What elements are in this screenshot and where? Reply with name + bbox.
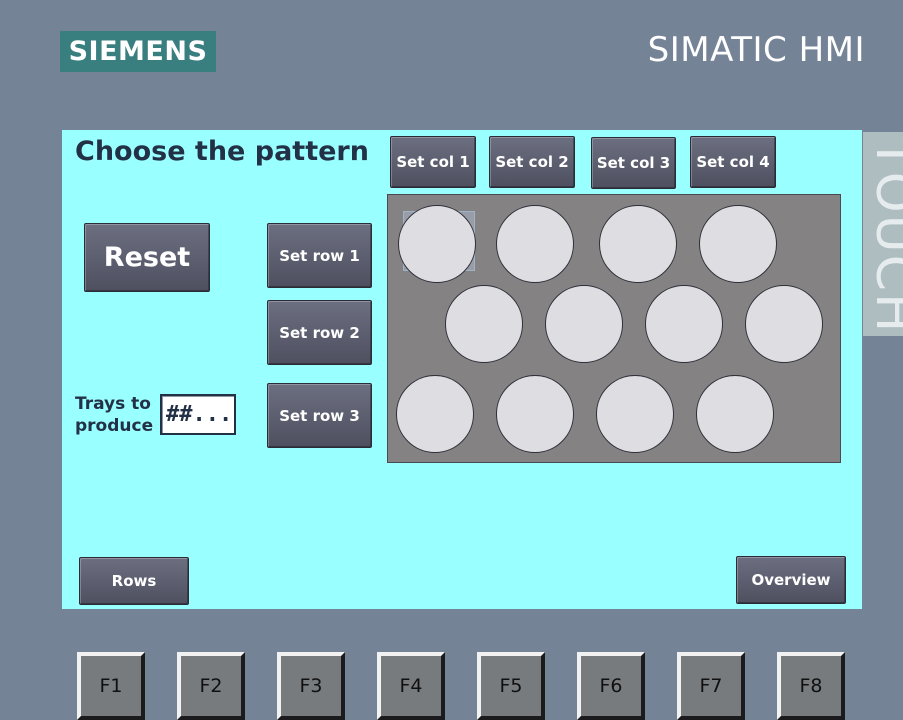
trays-label-line1: Trays to [75,394,151,414]
tray-well[interactable] [599,205,677,283]
function-key-f5[interactable]: F5 [477,652,545,720]
function-key-f8[interactable]: F8 [777,652,845,720]
set-col-1-button[interactable]: Set col 1 [390,136,476,188]
touch-label: TOUCH [864,138,903,335]
tray-well[interactable] [396,375,474,453]
trays-to-produce-label: Trays to produce [75,393,153,437]
set-col-2-button[interactable]: Set col 2 [489,136,575,188]
tray-well[interactable] [645,285,723,363]
tray-well[interactable] [445,285,523,363]
tray-well[interactable] [398,205,476,283]
tray-well[interactable] [745,285,823,363]
set-col-3-button[interactable]: Set col 3 [591,137,676,189]
function-key-f7[interactable]: F7 [677,652,745,720]
tray-well[interactable] [696,375,774,453]
touch-side-strip: TOUCH [863,132,903,336]
set-row-3-button[interactable]: Set row 3 [267,383,372,448]
tray-well[interactable] [596,375,674,453]
overview-button[interactable]: Overview [736,556,846,604]
function-key-f4[interactable]: F4 [377,652,445,720]
trays-to-produce-input[interactable]: ##... [160,394,236,435]
tray-well[interactable] [699,205,777,283]
set-col-4-button[interactable]: Set col 4 [690,136,776,188]
page-title: Choose the pattern [75,136,369,167]
trays-label-line2: produce [75,416,154,436]
function-key-f2[interactable]: F2 [177,652,245,720]
reset-button[interactable]: Reset [84,223,210,292]
function-key-f3[interactable]: F3 [277,652,345,720]
hmi-screen: Choose the pattern Set col 1 Set col 2 S… [62,130,862,609]
tray-well[interactable] [545,285,623,363]
siemens-logo: SIEMENS [60,31,216,72]
set-row-2-button[interactable]: Set row 2 [267,300,372,365]
function-key-f1[interactable]: F1 [77,652,145,720]
tray-well[interactable] [496,375,574,453]
rows-button[interactable]: Rows [79,557,189,605]
simatic-hmi-title: SIMATIC HMI [647,30,865,70]
function-key-f6[interactable]: F6 [577,652,645,720]
tray-well[interactable] [496,205,574,283]
set-row-1-button[interactable]: Set row 1 [267,223,372,288]
tray-pattern-grid [387,194,841,463]
